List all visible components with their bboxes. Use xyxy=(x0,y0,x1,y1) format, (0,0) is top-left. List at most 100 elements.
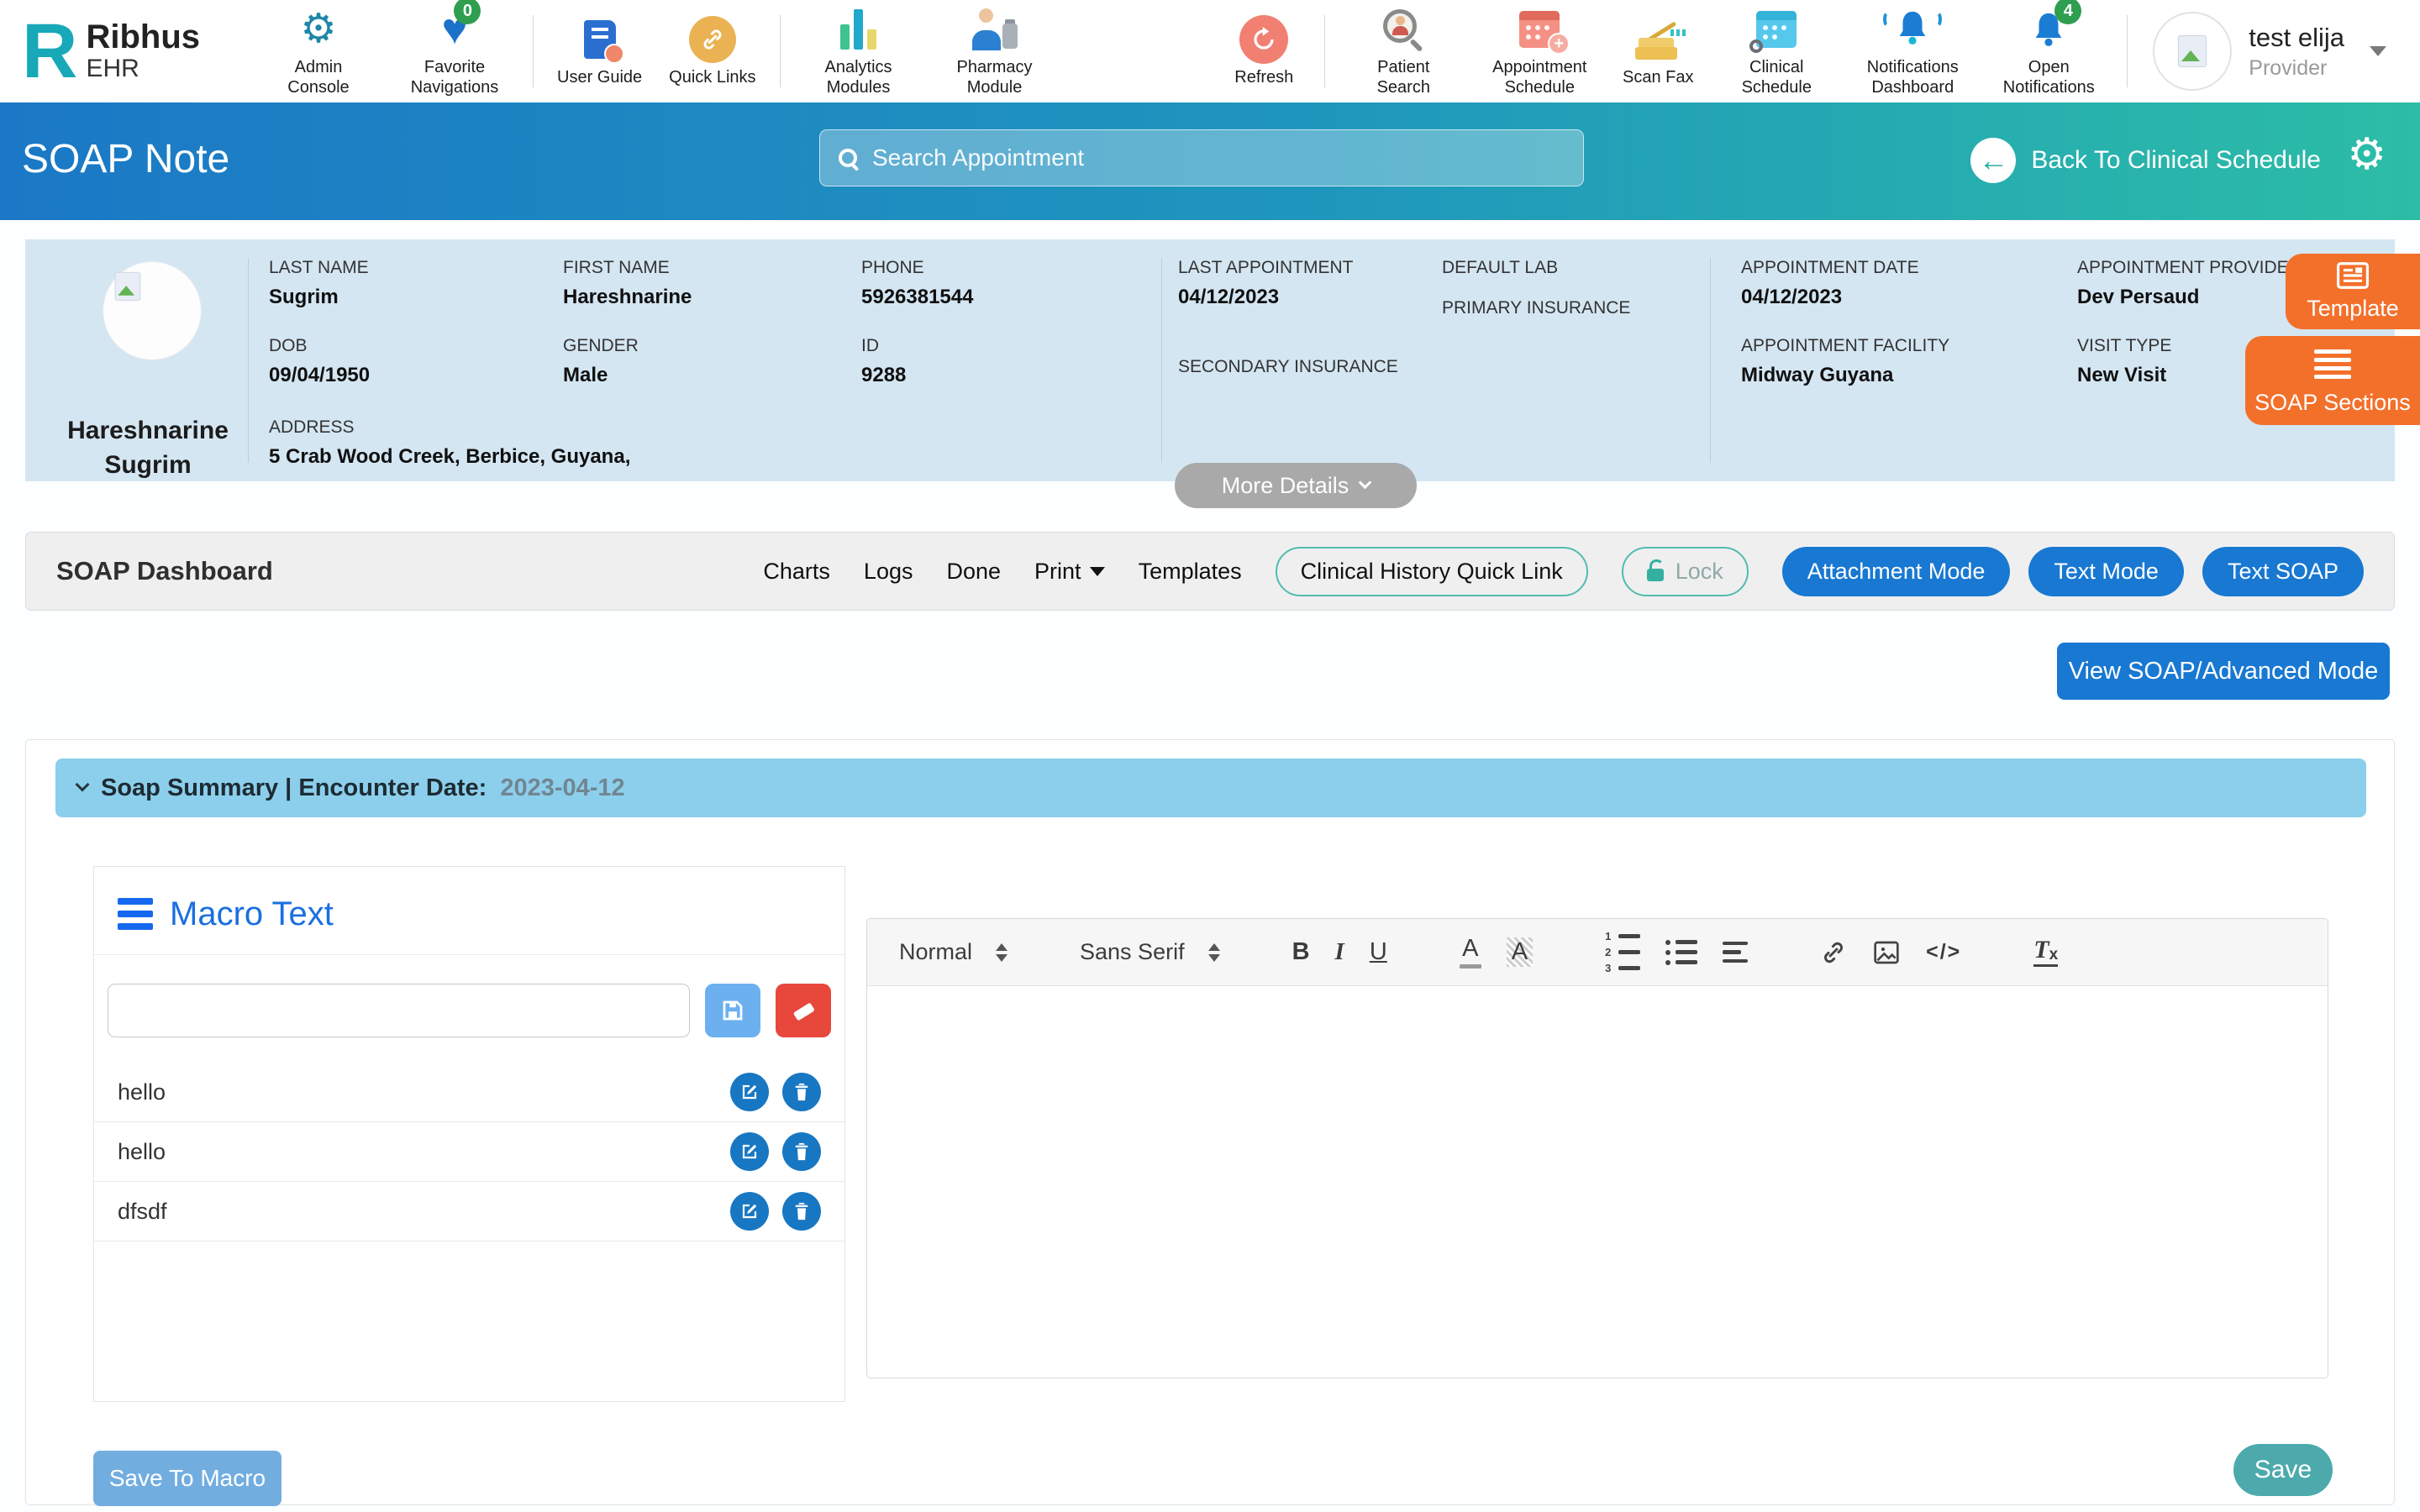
nav-clinical-schedule[interactable]: Clinical Schedule xyxy=(1722,4,1831,97)
header-gear-icon[interactable]: ⚙ xyxy=(2347,133,2386,176)
italic-button[interactable]: I xyxy=(1335,940,1344,964)
save-to-macro-button[interactable]: Save To Macro xyxy=(93,1451,281,1506)
text-color-button[interactable]: A xyxy=(1460,937,1481,969)
lock-button[interactable]: Lock xyxy=(1622,547,1749,596)
clear-formatting-button[interactable]: Tx xyxy=(2033,937,2058,967)
soap-note-page: R Ribhus EHR ⚙ Admin Console ♥ 0 Favorit… xyxy=(0,0,2420,1512)
nav-quick-links[interactable]: Quick Links xyxy=(669,14,755,88)
chain-link-icon xyxy=(689,14,736,65)
back-to-clinical-schedule-button[interactable]: ← Back To Clinical Schedule xyxy=(1970,138,2321,183)
edit-pencil-icon xyxy=(739,1142,760,1162)
insert-image-button[interactable] xyxy=(1872,939,1901,966)
macro-item-row[interactable]: hello xyxy=(94,1122,844,1182)
nav-user-guide-label: User Guide xyxy=(557,68,642,88)
nav-open-notifications-label: Open Notifications xyxy=(1994,58,2103,97)
insert-link-button[interactable] xyxy=(1820,939,1847,966)
underline-button[interactable]: U xyxy=(1370,940,1387,964)
done-link[interactable]: Done xyxy=(946,559,1001,585)
image-icon xyxy=(1872,939,1901,966)
field-primary-insurance: PRIMARY INSURANCE xyxy=(1442,298,1630,318)
editor-content-area[interactable] xyxy=(867,986,2328,1378)
color-bar-icon xyxy=(1460,964,1481,969)
field-dob: DOB 09/04/1950 xyxy=(269,336,370,387)
brand-name: Ribhus xyxy=(86,19,200,55)
patient-info-panel: Hareshnarine Sugrim LAST NAME Sugrim DOB… xyxy=(25,239,2395,481)
attachment-mode-button[interactable]: Attachment Mode xyxy=(1782,547,2011,596)
code-view-button[interactable]: </> xyxy=(1926,942,1961,963)
nav-favorite-navigations[interactable]: ♥ 0 Favorite Navigations xyxy=(400,4,509,97)
user-menu[interactable]: test elija Provider xyxy=(2153,12,2386,91)
bullet-list-button[interactable] xyxy=(1665,940,1697,965)
nav-scan-fax[interactable]: Scan Fax xyxy=(1621,14,1695,88)
view-soap-advanced-mode-button[interactable]: View SOAP/Advanced Mode xyxy=(2057,643,2390,700)
text-mode-button[interactable]: Text Mode xyxy=(2028,547,2184,596)
macro-item-edit-button[interactable] xyxy=(730,1132,769,1171)
appointment-search-box[interactable] xyxy=(819,129,1584,186)
nav-user-guide[interactable]: User Guide xyxy=(557,14,642,88)
print-caret-icon xyxy=(1090,567,1105,576)
nav-admin-console[interactable]: ⚙ Admin Console xyxy=(264,4,373,97)
macro-item-delete-button[interactable] xyxy=(782,1192,821,1231)
patient-search-icon xyxy=(1381,4,1425,55)
macro-erase-button[interactable] xyxy=(776,984,831,1037)
save-button[interactable]: Save xyxy=(2233,1444,2333,1496)
templates-link[interactable]: Templates xyxy=(1139,559,1242,585)
macro-item-edit-button[interactable] xyxy=(730,1192,769,1231)
template-button[interactable]: Template xyxy=(2286,254,2420,329)
nav-appointment-schedule-label: Appointment Schedule xyxy=(1485,58,1594,97)
nav-notifications-dashboard[interactable]: Notifications Dashboard xyxy=(1858,4,1967,97)
align-button[interactable] xyxy=(1723,942,1748,963)
refresh-icon xyxy=(1239,14,1288,65)
logs-link[interactable]: Logs xyxy=(864,559,913,585)
paragraph-style-select[interactable]: Normal xyxy=(899,939,1007,965)
bold-button[interactable]: B xyxy=(1292,940,1310,964)
panel-divider xyxy=(1710,258,1711,463)
soap-summary-card: Soap Summary | Encounter Date: 2023-04-1… xyxy=(25,739,2395,1505)
chevron-down-icon xyxy=(1359,476,1372,490)
user-role: Provider xyxy=(2249,56,2344,81)
ordered-list-button[interactable]: 1 2 3 xyxy=(1605,931,1640,974)
template-label: Template xyxy=(2307,296,2399,322)
user-name: test elija xyxy=(2249,23,2344,53)
nav-pharmacy-module-label: Pharmacy Module xyxy=(940,58,1050,97)
macro-item-row[interactable]: dfsdf xyxy=(94,1182,844,1242)
font-family-select[interactable]: Sans Serif xyxy=(1080,939,1220,965)
text-soap-button[interactable]: Text SOAP xyxy=(2202,547,2364,596)
macro-save-button[interactable] xyxy=(705,984,760,1037)
nav-pharmacy-module[interactable]: Pharmacy Module xyxy=(940,4,1050,97)
clinical-history-quick-link-button[interactable]: Clinical History Quick Link xyxy=(1276,547,1588,596)
field-first-name: FIRST NAME Hareshnarine xyxy=(563,258,692,309)
panel-divider xyxy=(248,258,249,463)
edit-pencil-icon xyxy=(739,1082,760,1102)
print-dropdown[interactable]: Print xyxy=(1034,559,1105,585)
nav-open-notifications[interactable]: 4 Open Notifications xyxy=(1994,4,2103,97)
nav-refresh[interactable]: Refresh xyxy=(1227,14,1301,88)
highlight-color-button[interactable]: A xyxy=(1507,937,1533,967)
charts-link[interactable]: Charts xyxy=(763,559,830,585)
hamburger-icon[interactable] xyxy=(118,892,153,936)
macro-item-edit-button[interactable] xyxy=(730,1073,769,1111)
app-logo[interactable]: R Ribhus EHR xyxy=(22,17,200,87)
macro-item-delete-button[interactable] xyxy=(782,1132,821,1171)
encounter-date: 2023-04-12 xyxy=(500,774,624,802)
page-header: SOAP Note ← Back To Clinical Schedule ⚙ xyxy=(0,102,2420,220)
book-icon xyxy=(584,14,616,65)
nav-divider xyxy=(2127,15,2128,87)
macro-item-delete-button[interactable] xyxy=(782,1073,821,1111)
scanner-icon xyxy=(1634,14,1682,65)
heart-icon: ♥ 0 xyxy=(442,4,468,55)
nav-divider xyxy=(1324,15,1325,87)
nav-patient-search[interactable]: Patient Search xyxy=(1349,4,1458,97)
favorite-badge: 0 xyxy=(454,0,481,24)
soap-dashboard-title: SOAP Dashboard xyxy=(56,556,273,586)
admin-console-gear-person-icon: ⚙ xyxy=(300,4,336,55)
more-details-button[interactable]: More Details xyxy=(1175,463,1417,508)
nav-analytics-modules[interactable]: Analytics Modules xyxy=(804,4,913,97)
macro-item-row[interactable]: hello xyxy=(94,1063,844,1122)
soap-summary-header[interactable]: Soap Summary | Encounter Date: 2023-04-1… xyxy=(55,759,2366,817)
nav-divider xyxy=(533,15,534,87)
nav-appointment-schedule[interactable]: + Appointment Schedule xyxy=(1485,4,1594,97)
macro-text-input[interactable] xyxy=(108,984,690,1037)
search-appointment-input[interactable] xyxy=(872,144,1565,171)
soap-sections-button[interactable]: SOAP Sections xyxy=(2245,336,2420,425)
